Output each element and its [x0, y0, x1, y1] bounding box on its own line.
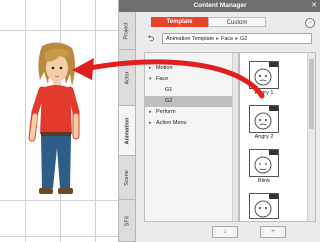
side-tab-label: Animation	[124, 117, 131, 144]
expand-arrow-icon[interactable]: ▸	[149, 107, 156, 118]
tab-custom[interactable]: Custom	[208, 17, 266, 27]
thumbnail-angry-2[interactable]: Angry 2	[249, 105, 279, 140]
side-tab-label: SFX	[123, 215, 130, 226]
tree-item-label: Action Menu	[156, 120, 187, 126]
grid-line	[0, 236, 128, 237]
add-button[interactable]: +	[260, 226, 286, 238]
side-tab-animation[interactable]: Animation	[119, 106, 135, 156]
tree-item-perform[interactable]: ▸ Perform	[145, 107, 236, 118]
tab-template[interactable]: Template	[151, 17, 208, 27]
thumbnail-label: Blink	[258, 178, 270, 184]
thumbnail-item[interactable]	[249, 193, 279, 220]
tree-item-label: G2	[165, 98, 173, 104]
tree-item-label: Motion	[156, 65, 173, 71]
thumbnail-label: Angry 1	[254, 90, 274, 96]
title-bar[interactable]: Content Manager ✕	[119, 0, 320, 12]
collapse-icon[interactable]: −	[305, 18, 315, 28]
tree-item-action-menu[interactable]: ▸ Action Menu	[145, 118, 236, 129]
tree-item-label: G1	[165, 87, 173, 93]
expand-arrow-icon[interactable]: ▸	[149, 63, 156, 74]
window-title: Content Manager	[193, 2, 247, 9]
expand-arrow-icon[interactable]: ▸	[149, 118, 156, 129]
grid-line	[0, 30, 128, 31]
path-row: ⮌ Animation Template ▸ Face ▸ G2	[136, 32, 320, 46]
breadcrumb-separator-icon: ▸	[216, 36, 219, 42]
side-tab-label: Project	[124, 21, 130, 40]
side-tab-sfx[interactable]: SFX	[119, 200, 135, 242]
side-tab-project[interactable]: Project	[119, 12, 135, 50]
breadcrumb-item[interactable]: Animation Template	[166, 36, 214, 42]
grid-line	[95, 0, 96, 242]
apply-down-button[interactable]: ↓	[212, 226, 238, 238]
side-tab-scene[interactable]: Scene	[119, 156, 135, 200]
breadcrumb[interactable]: Animation Template ▸ Face ▸ G2	[162, 33, 312, 44]
breadcrumb-item[interactable]: Face	[221, 36, 233, 42]
back-arrow-icon[interactable]: ⮌	[144, 34, 158, 44]
breadcrumb-separator-icon: ▸	[235, 36, 238, 42]
side-tab-bar: Project Actor Animation Scene SFX	[119, 12, 136, 242]
stage-viewport[interactable]	[0, 0, 128, 242]
tree-item-label: Face	[156, 76, 169, 82]
thumbnail-list: Angry 1 Angry 2 Blink	[239, 52, 316, 222]
breadcrumb-item[interactable]: G2	[240, 36, 247, 42]
close-icon[interactable]: ✕	[311, 0, 317, 12]
side-tab-label: Scene	[123, 169, 130, 186]
tree-item-motion[interactable]: ▸ Motion	[145, 63, 236, 74]
tree-item-label: Perform	[156, 109, 176, 115]
collapse-arrow-icon[interactable]: ▾	[149, 74, 156, 85]
tree-item-face[interactable]: ▾ Face	[145, 74, 236, 85]
thumbnail-angry-1[interactable]: Angry 1	[249, 61, 279, 96]
content-manager-panel: Content Manager ✕ Project Actor Animatio…	[118, 0, 320, 242]
face-thumbnail-icon	[249, 193, 279, 219]
side-tab-actor[interactable]: Actor	[119, 50, 135, 106]
content-area: Template Custom − ⮌ Animation Template ▸ F…	[136, 12, 320, 242]
face-thumbnail-icon	[249, 61, 279, 89]
face-thumbnail-icon	[249, 149, 279, 177]
thumbnail-scrollbar[interactable]	[307, 53, 315, 221]
tab-row: Template Custom −	[136, 14, 320, 28]
scrollbar-thumb[interactable]	[309, 59, 314, 129]
folder-tree: ▸ Motion ▾ Face G1 G2 ▸ Perform ▸ Action Men…	[144, 52, 252, 222]
bottom-toolbar: ↓ +	[136, 224, 320, 240]
tree-scrollbar[interactable]	[232, 53, 238, 221]
side-tab-label: Actor	[124, 71, 130, 84]
thumbnail-blink[interactable]: Blink	[249, 149, 279, 184]
thumbnail-label: Angry 2	[254, 134, 274, 140]
face-thumbnail-icon	[249, 105, 279, 133]
cartoon-character[interactable]	[20, 40, 80, 205]
